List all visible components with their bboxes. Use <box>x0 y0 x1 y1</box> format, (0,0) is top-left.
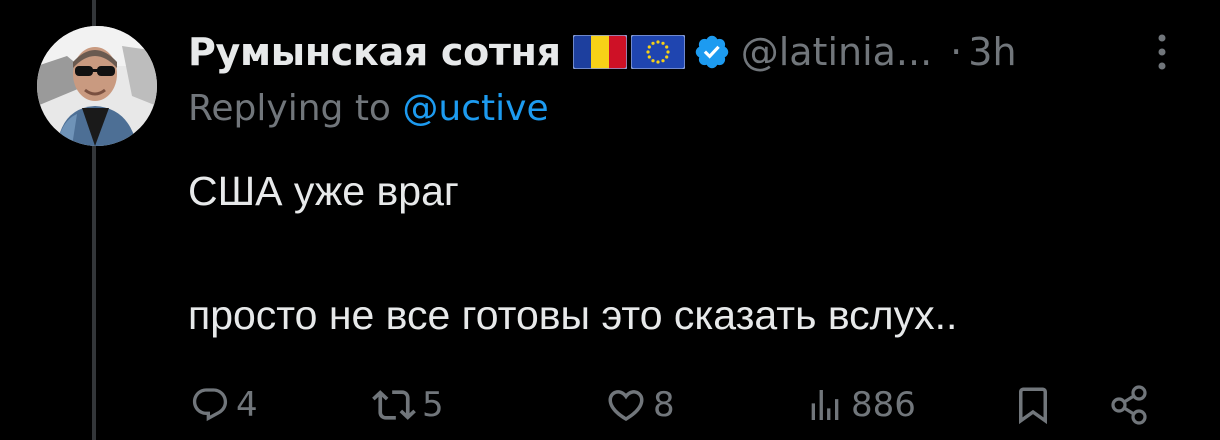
replying-to-line: Replying to @uctive <box>188 88 549 129</box>
share-icon <box>1111 385 1147 425</box>
reply-button[interactable]: 4 <box>190 378 258 432</box>
verified-badge-icon[interactable] <box>693 33 731 71</box>
author-display-name[interactable]: Румынская сотня <box>188 30 561 74</box>
more-options-button[interactable] <box>1148 30 1176 74</box>
tweet-timestamp[interactable]: 3h <box>968 30 1016 74</box>
retweet-count: 5 <box>422 385 444 425</box>
avatar-photo <box>37 26 157 146</box>
retweet-button[interactable]: 5 <box>372 378 444 432</box>
more-vertical-icon <box>1158 34 1166 70</box>
bookmark-button[interactable] <box>1012 378 1054 432</box>
separator-dot: · <box>950 30 963 74</box>
share-button[interactable] <box>1108 378 1152 432</box>
retweet-icon <box>372 390 416 420</box>
replying-to-prefix: Replying to <box>188 88 403 129</box>
reply-icon <box>192 388 228 422</box>
tweet-actions-bar: 4 5 8 886 <box>190 378 1160 432</box>
reply-count: 4 <box>236 385 258 425</box>
romania-flag-icon <box>572 35 627 69</box>
views-chart-icon <box>811 390 839 420</box>
tweet-header: Румынская сотня @latinia... · 3h <box>188 24 1017 80</box>
author-handle[interactable]: @latinia... <box>741 30 932 74</box>
eu-flag-icon <box>630 35 685 69</box>
heart-icon <box>608 390 644 422</box>
replying-to-handle[interactable]: @uctive <box>402 88 548 129</box>
bookmark-icon <box>1019 387 1047 425</box>
views-button[interactable]: 886 <box>805 378 916 432</box>
tweet-text: США уже враг просто не все готовы это ск… <box>188 168 958 338</box>
like-button[interactable]: 8 <box>605 378 675 432</box>
avatar[interactable] <box>37 26 157 146</box>
like-count: 8 <box>653 385 675 425</box>
views-count: 886 <box>851 385 916 425</box>
